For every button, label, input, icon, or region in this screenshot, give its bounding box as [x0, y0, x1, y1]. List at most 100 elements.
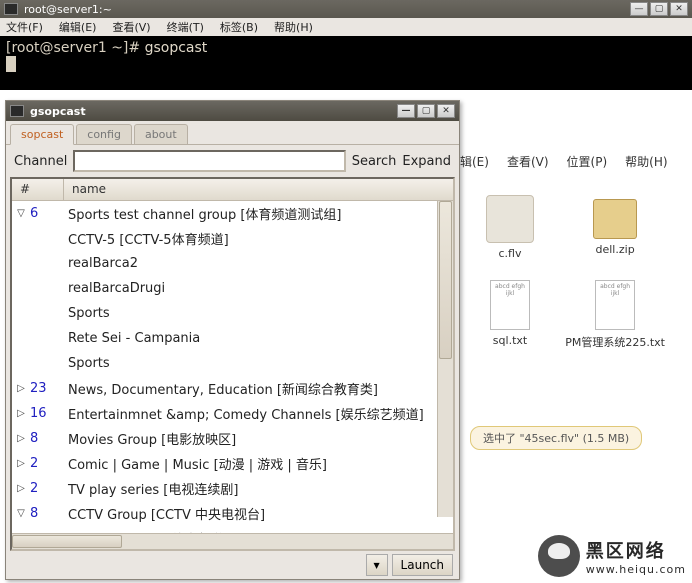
text-file-icon: abcd efgh ijkl: [490, 280, 530, 330]
watermark-text-cn: 黑区网络: [586, 537, 686, 563]
fm-menu-edit[interactable]: 辑(E): [460, 153, 489, 170]
terminal-app-icon: [4, 3, 18, 15]
terminal-cursor: [6, 56, 16, 72]
channel-count: 2: [30, 481, 64, 496]
watermark-text-en: www.heiqu.com: [586, 563, 686, 576]
gsopcast-tab-bar: sopcast config about: [6, 121, 459, 145]
tab-config[interactable]: config: [76, 124, 132, 144]
channel-row[interactable]: ▷23News, Documentary, Education [新闻综合教育类…: [12, 376, 453, 401]
channel-count: 16: [30, 406, 64, 421]
tab-sopcast[interactable]: sopcast: [10, 124, 74, 145]
channel-row[interactable]: ▷16Entertainmnet &amp; Comedy Channels […: [12, 401, 453, 426]
channel-row[interactable]: ▷8Movies Group [电影放映区]: [12, 426, 453, 451]
fm-menu-places[interactable]: 位置(P): [567, 153, 608, 170]
column-header-name[interactable]: name: [64, 179, 453, 200]
terminal-menu-view[interactable]: 查看(V): [112, 19, 150, 35]
search-button[interactable]: Search: [352, 154, 397, 169]
window-close-button[interactable]: ✕: [670, 2, 688, 16]
channel-name: Comic | Game | Music [动漫 | 游戏 | 音乐]: [64, 454, 453, 473]
file-item[interactable]: abcd efgh ijkl sql.txt: [460, 280, 560, 347]
file-manager-statusbar: 选中了 "45sec.flv" (1.5 MB): [470, 426, 642, 450]
channel-name: Movies Group [电影放映区]: [64, 429, 453, 448]
channel-name: CCTV-5 [CCTV-5体育频道]: [64, 229, 453, 248]
channel-list-header: # name: [12, 179, 453, 201]
window-close-button[interactable]: ✕: [437, 104, 455, 118]
scrollbar-thumb[interactable]: [12, 535, 122, 548]
channel-row[interactable]: ▷2TV play series [电视连续剧]: [12, 476, 453, 501]
terminal-menu-file[interactable]: 文件(F): [6, 19, 43, 35]
terminal-menubar: 文件(F) 编辑(E) 查看(V) 终端(T) 标签(B) 帮助(H): [0, 18, 692, 36]
fm-menu-view[interactable]: 查看(V): [507, 153, 549, 170]
file-manager-menubar: 辑(E) 查看(V) 位置(P) 帮助(H): [460, 150, 692, 172]
channel-row[interactable]: realBarca2: [12, 251, 453, 276]
channel-row[interactable]: CCTV-5 [CCTV-5体育频道]: [12, 526, 453, 533]
file-item[interactable]: dell.zip: [565, 195, 665, 256]
window-maximize-button[interactable]: ▢: [650, 2, 668, 16]
channel-name: Sports test channel group [体育频道测试组]: [64, 204, 453, 223]
horizontal-scrollbar[interactable]: [12, 533, 453, 549]
terminal-window: root@server1:~ — ▢ ✕ 文件(F) 编辑(E) 查看(V) 终…: [0, 0, 692, 90]
channel-count: 8: [30, 506, 64, 521]
channel-list: # name ▽6Sports test channel group [体育频道…: [10, 177, 455, 551]
vertical-scrollbar[interactable]: [437, 201, 453, 517]
channel-row[interactable]: Sports: [12, 351, 453, 376]
terminal-body[interactable]: [root@server1 ~]# gsopcast: [0, 36, 692, 90]
channel-row[interactable]: ▽6Sports test channel group [体育频道测试组]: [12, 201, 453, 226]
terminal-titlebar[interactable]: root@server1:~ — ▢ ✕: [0, 0, 692, 18]
channel-name: TV play series [电视连续剧]: [64, 479, 453, 498]
scrollbar-thumb[interactable]: [439, 201, 452, 359]
channel-name: realBarcaDrugi: [64, 281, 453, 296]
expander-open-icon[interactable]: ▽: [12, 208, 30, 219]
channel-name: Sports: [64, 306, 453, 321]
expander-closed-icon[interactable]: ▷: [12, 433, 30, 444]
window-minimize-button[interactable]: —: [630, 2, 648, 16]
watermark-logo-icon: [538, 535, 580, 577]
expander-closed-icon[interactable]: ▷: [12, 483, 30, 494]
terminal-prompt: [root@server1 ~]#: [6, 40, 145, 56]
expander-closed-icon[interactable]: ▷: [12, 458, 30, 469]
expander-closed-icon[interactable]: ▷: [12, 383, 30, 394]
file-label: c.flv: [460, 247, 560, 260]
gsopcast-titlebar[interactable]: gsopcast — ▢ ✕: [6, 101, 459, 121]
gsopcast-bottom-bar: ▼ Launch: [6, 551, 459, 579]
file-label: dell.zip: [565, 243, 665, 256]
terminal-menu-tabs[interactable]: 标签(B): [220, 19, 258, 35]
window-maximize-button[interactable]: ▢: [417, 104, 435, 118]
window-minimize-button[interactable]: —: [397, 104, 415, 118]
terminal-command: gsopcast: [145, 40, 208, 56]
file-item[interactable]: abcd efgh ijkl PM管理系统225.txt: [565, 280, 665, 350]
gsopcast-window: gsopcast — ▢ ✕ sopcast config about Chan…: [5, 100, 460, 580]
gsopcast-app-icon: [10, 105, 24, 117]
expand-button[interactable]: Expand: [402, 154, 451, 169]
channel-list-body: ▽6Sports test channel group [体育频道测试组] CCT…: [12, 201, 453, 533]
channel-name: CCTV Group [CCTV 中央电视台]: [64, 504, 453, 523]
tab-about[interactable]: about: [134, 124, 188, 144]
channel-row[interactable]: Rete Sei - Campania: [12, 326, 453, 351]
channel-row[interactable]: CCTV-5 [CCTV-5体育频道]: [12, 226, 453, 251]
terminal-menu-help[interactable]: 帮助(H): [274, 19, 313, 35]
column-header-num[interactable]: #: [12, 179, 64, 200]
channel-row[interactable]: ▽8CCTV Group [CCTV 中央电视台]: [12, 501, 453, 526]
fm-menu-help[interactable]: 帮助(H): [625, 153, 667, 170]
expander-closed-icon[interactable]: ▷: [12, 408, 30, 419]
channel-name: Rete Sei - Campania: [64, 331, 453, 346]
channel-count: 8: [30, 431, 64, 446]
terminal-menu-edit[interactable]: 编辑(E): [59, 19, 97, 35]
gsopcast-title: gsopcast: [30, 105, 86, 118]
launch-button[interactable]: Launch: [392, 554, 453, 576]
file-manager-icons: c.flv dell.zip abcd efgh ijkl sql.txt ab…: [460, 195, 692, 370]
text-file-icon: abcd efgh ijkl: [595, 280, 635, 330]
launch-dropdown[interactable]: ▼: [366, 554, 388, 576]
file-item[interactable]: c.flv: [460, 195, 560, 260]
archive-icon: [593, 199, 637, 239]
terminal-title: root@server1:~: [24, 3, 112, 16]
expander-open-icon[interactable]: ▽: [12, 508, 30, 519]
channel-row[interactable]: realBarcaDrugi: [12, 276, 453, 301]
terminal-menu-terminal[interactable]: 终端(T): [167, 19, 204, 35]
gsopcast-search-row: Channel Search Expand: [6, 145, 459, 177]
channel-input[interactable]: [73, 150, 345, 172]
channel-name: Entertainmnet &amp; Comedy Channels [娱乐综…: [64, 404, 453, 423]
channel-row[interactable]: ▷2Comic | Game | Music [动漫 | 游戏 | 音乐]: [12, 451, 453, 476]
channel-count: 23: [30, 381, 64, 396]
channel-row[interactable]: Sports: [12, 301, 453, 326]
